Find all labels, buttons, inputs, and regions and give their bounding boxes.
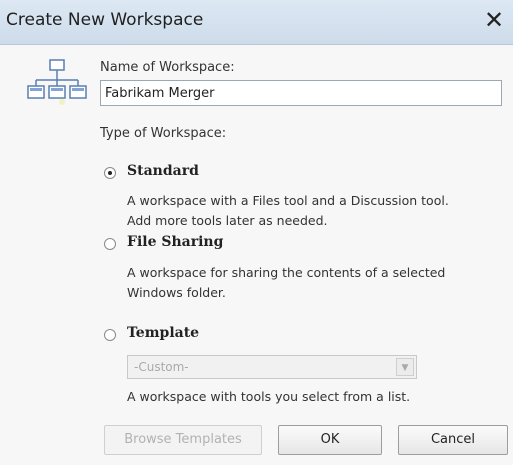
standard-description-line: A workspace with a Files tool and a Disc…: [127, 193, 449, 208]
standard-description-line: Add more tools later as needed.: [127, 213, 328, 228]
cancel-button[interactable]: Cancel: [398, 425, 508, 455]
ok-button[interactable]: OK: [278, 425, 382, 455]
template-select-value: -Custom-: [134, 360, 189, 374]
file-sharing-option-title: File Sharing: [127, 234, 224, 250]
template-select[interactable]: -Custom- ▼: [127, 355, 417, 379]
template-description-line: A workspace with tools you select from a…: [127, 389, 411, 404]
browse-templates-button[interactable]: Browse Templates: [104, 425, 262, 455]
template-option-title: Template: [127, 325, 200, 341]
file-sharing-description-line: A workspace for sharing the contents of …: [127, 265, 446, 280]
chevron-down-icon: ▼: [396, 358, 414, 376]
template-radio[interactable]: [104, 329, 116, 341]
standard-option-title: Standard: [127, 163, 199, 179]
workspace-hierarchy-icon: [27, 59, 87, 105]
title-bar: Create New Workspace ✕: [0, 0, 513, 45]
file-sharing-description-line: Windows folder.: [127, 285, 226, 300]
workspace-type-label: Type of Workspace:: [100, 126, 227, 141]
template-description: A workspace with tools you select from a…: [127, 387, 410, 407]
standard-description: A workspace with a Files tool and a Disc…: [127, 191, 449, 231]
window-title: Create New Workspace: [6, 10, 204, 30]
close-button[interactable]: ✕: [480, 6, 508, 34]
workspace-name-label: Name of Workspace:: [100, 60, 235, 75]
standard-radio[interactable]: [104, 167, 116, 179]
close-icon: ✕: [483, 6, 505, 34]
file-sharing-radio[interactable]: [104, 238, 116, 250]
file-sharing-description: A workspace for sharing the contents of …: [127, 263, 445, 303]
workspace-name-input[interactable]: [100, 80, 502, 106]
